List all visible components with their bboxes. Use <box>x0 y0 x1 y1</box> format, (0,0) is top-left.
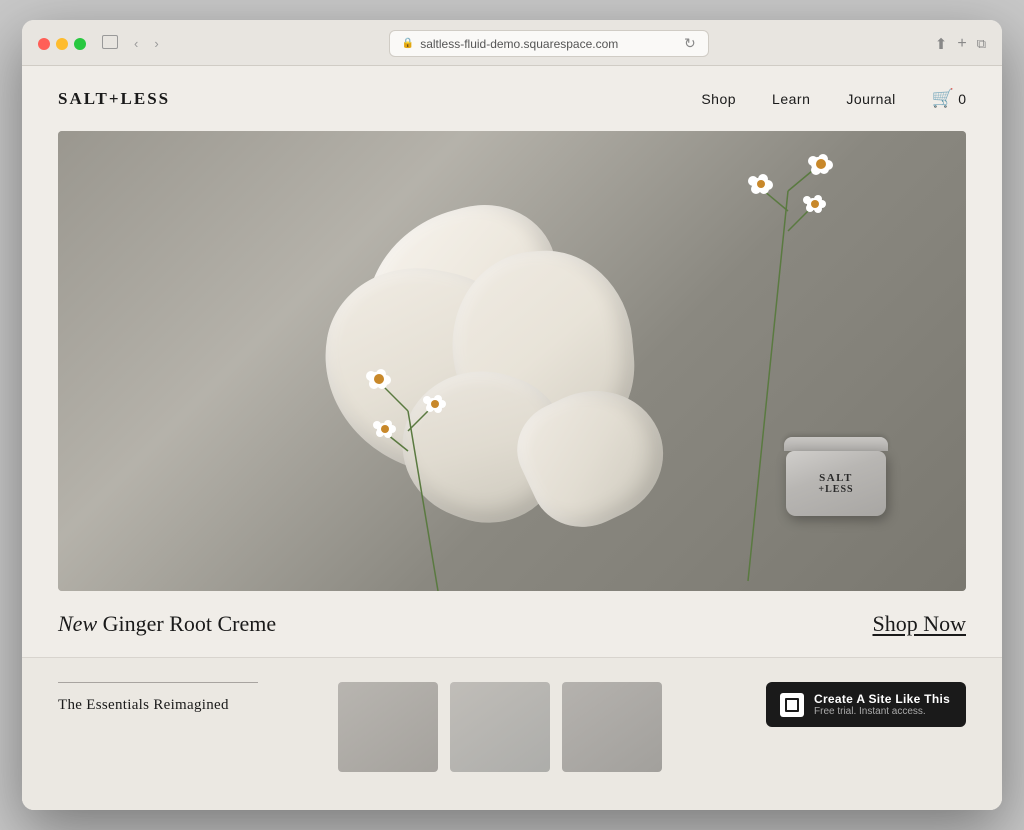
cart-button[interactable]: 🛒 0 <box>932 88 966 109</box>
share-icon[interactable]: ⬆ <box>935 35 948 53</box>
squarespace-logo-inner <box>785 698 799 712</box>
nav-shop[interactable]: Shop <box>701 91 736 107</box>
squarespace-logo <box>780 693 804 717</box>
address-bar-wrap: 🔒 saltless-fluid-demo.squarespace.com ↻ <box>175 30 923 57</box>
back-button[interactable]: ‹ <box>130 34 142 53</box>
site-content: SALT+LESS Shop Learn Journal 🛒 0 <box>22 66 1002 810</box>
site-logo[interactable]: SALT+LESS <box>58 89 170 109</box>
essentials-text: The Essentials Reimagined <box>58 682 318 714</box>
nav-links: Shop Learn Journal 🛒 0 <box>701 88 966 109</box>
product-thumbnails <box>338 682 746 772</box>
browser-chrome: ‹ › 🔒 saltless-fluid-demo.squarespace.co… <box>22 20 1002 66</box>
jar-lid <box>784 437 888 451</box>
browser-actions: ⬆ + ⧉ <box>935 35 986 53</box>
lock-icon: 🔒 <box>402 38 414 49</box>
product-thumb-1[interactable] <box>338 682 438 772</box>
product-thumb-2[interactable] <box>450 682 550 772</box>
product-thumb-3[interactable] <box>562 682 662 772</box>
squarespace-sub-text: Free trial. Instant access. <box>814 706 950 717</box>
essentials-title: The Essentials Reimagined <box>58 697 318 714</box>
minimize-button[interactable] <box>56 38 68 50</box>
url-text: saltless-fluid-demo.squarespace.com <box>420 37 618 51</box>
shop-now-button[interactable]: Shop Now <box>872 611 966 637</box>
traffic-lights <box>38 38 86 50</box>
address-bar[interactable]: 🔒 saltless-fluid-demo.squarespace.com ↻ <box>389 30 709 57</box>
squarespace-badge[interactable]: Create A Site Like This Free trial. Inst… <box>766 682 966 727</box>
product-title-italic: New <box>58 611 97 636</box>
product-caption: New Ginger Root Creme Shop Now <box>22 591 1002 657</box>
jar-brand-line1: SALT <box>818 472 853 484</box>
windows-icon[interactable]: ⧉ <box>977 36 986 52</box>
site-nav: SALT+LESS Shop Learn Journal 🛒 0 <box>22 66 1002 131</box>
squarespace-main-text: Create A Site Like This <box>814 692 950 706</box>
foam-sculpture <box>303 171 683 551</box>
jar-label: SALT +LESS <box>818 472 853 495</box>
reload-icon[interactable]: ↻ <box>684 35 696 52</box>
jar-body: SALT +LESS <box>786 451 886 516</box>
cart-count: 0 <box>958 91 966 107</box>
hero-image: SALT +LESS <box>58 131 966 591</box>
bottom-section: The Essentials Reimagined Create A Site … <box>22 657 1002 810</box>
nav-journal[interactable]: Journal <box>846 91 895 107</box>
product-title: New Ginger Root Creme <box>58 611 276 637</box>
product-title-rest: Ginger Root Creme <box>97 611 276 636</box>
cart-icon: 🛒 <box>932 88 954 109</box>
essentials-divider <box>58 682 258 683</box>
new-tab-icon[interactable]: + <box>957 35 966 53</box>
forward-button[interactable]: › <box>150 34 162 53</box>
product-jar: SALT +LESS <box>786 451 886 531</box>
nav-learn[interactable]: Learn <box>772 91 810 107</box>
hero-background: SALT +LESS <box>58 131 966 591</box>
squarespace-text-wrap: Create A Site Like This Free trial. Inst… <box>814 692 950 717</box>
close-button[interactable] <box>38 38 50 50</box>
maximize-button[interactable] <box>74 38 86 50</box>
browser-window: ‹ › 🔒 saltless-fluid-demo.squarespace.co… <box>22 20 1002 810</box>
jar-brand-line2: +LESS <box>818 484 853 495</box>
window-icon[interactable] <box>98 33 122 54</box>
browser-controls: ‹ › <box>98 33 163 54</box>
